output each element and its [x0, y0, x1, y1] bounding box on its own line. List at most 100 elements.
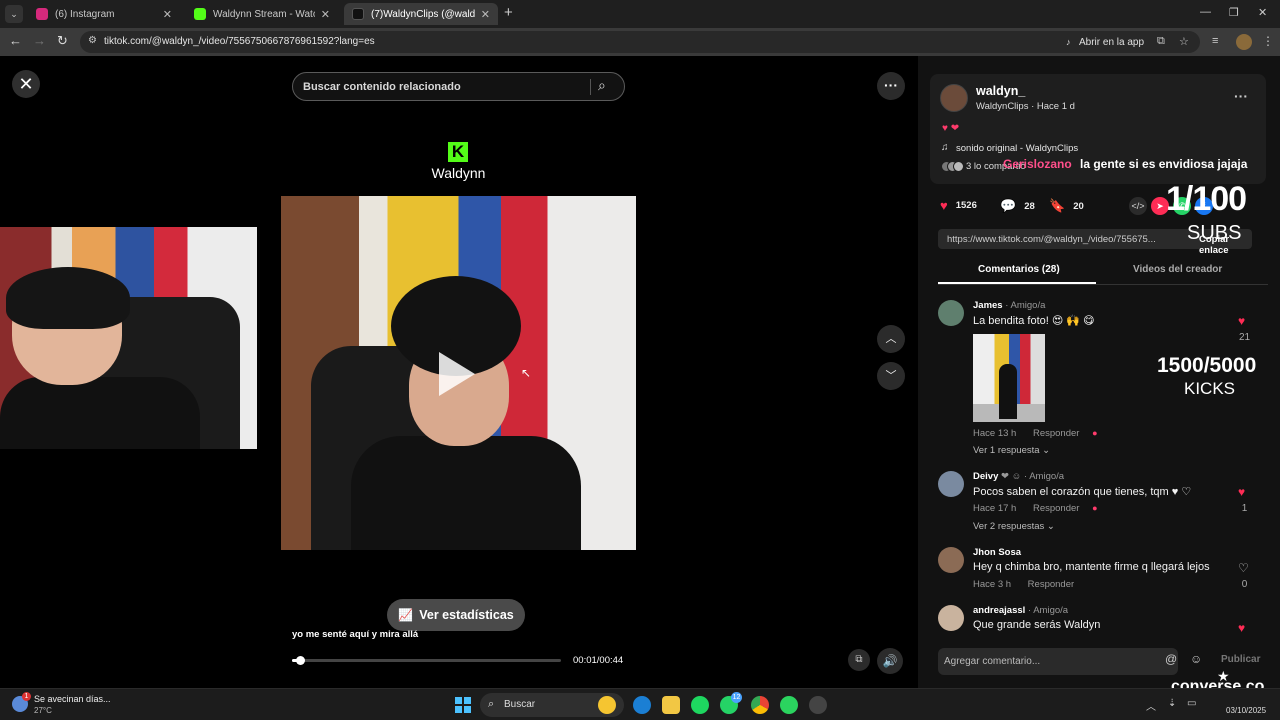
heart-icon[interactable]: ♥: [1238, 621, 1245, 635]
tab-kick-stream[interactable]: Waldynn Stream - Watch Live o ✕: [186, 3, 338, 25]
taskbar-search[interactable]: ⌕ Buscar: [480, 693, 624, 717]
video-frame[interactable]: ↖: [281, 196, 636, 550]
comment-header: James · Amigo/a: [973, 300, 1045, 311]
minimize-icon[interactable]: —: [1200, 6, 1211, 18]
comment-author[interactable]: Jhon Sosa: [973, 547, 1021, 558]
battery-icon[interactable]: ▭: [1187, 698, 1196, 709]
chevron-up-icon[interactable]: ︿: [1146, 698, 1156, 713]
tab-search-button[interactable]: ⌄: [5, 5, 23, 23]
picture-in-picture-icon[interactable]: ⧉: [848, 649, 870, 671]
close-video-button[interactable]: ✕: [12, 70, 40, 98]
profile-avatar[interactable]: [1236, 34, 1252, 50]
streamer-webcam-overlay: [0, 227, 257, 449]
comment-author[interactable]: andreajassl: [973, 605, 1025, 616]
author-avatar[interactable]: [940, 84, 968, 112]
file-explorer-icon[interactable]: [662, 696, 680, 714]
tab-comments[interactable]: Comentarios (28): [978, 264, 1060, 275]
avatar[interactable]: [938, 471, 964, 497]
music-link[interactable]: sonido original - WaldynClips: [956, 143, 1078, 154]
reply-button[interactable]: Responder: [1033, 428, 1079, 439]
reply-button[interactable]: Responder: [1033, 503, 1079, 514]
search-placeholder[interactable]: Buscar contenido relacionado: [303, 81, 461, 93]
video-player[interactable]: Buscar contenido relacionado ⌕ K Waldynn…: [281, 56, 636, 688]
emoji-icon[interactable]: ☺: [1190, 652, 1202, 666]
progress-knob[interactable]: [296, 656, 306, 665]
search-icon[interactable]: ⌕: [598, 77, 606, 94]
window-close-icon[interactable]: ✕: [1258, 6, 1267, 19]
video-channel-name: Waldynn: [431, 165, 486, 181]
author-subtitle: WaldynClips · Hace 1 d: [976, 101, 1075, 112]
save-button[interactable]: 🔖 20: [1049, 198, 1084, 214]
related-search-box[interactable]: Buscar contenido relacionado ⌕: [292, 72, 625, 101]
comment-image[interactable]: [973, 334, 1045, 422]
comment-input-box[interactable]: [938, 648, 1178, 675]
windows-start-icon[interactable]: [455, 697, 471, 713]
mention-icon[interactable]: @: [1165, 652, 1177, 666]
close-icon[interactable]: ✕: [481, 8, 490, 21]
app-icon[interactable]: [809, 696, 827, 714]
overlay-subs-count: 1/100: [1166, 180, 1247, 218]
weather-title[interactable]: Se avecinan días...: [34, 694, 111, 704]
avatar[interactable]: [938, 547, 964, 573]
comment-author[interactable]: James: [973, 300, 1003, 311]
avatar[interactable]: [938, 605, 964, 631]
tab-instagram[interactable]: (6) Instagram ✕: [28, 3, 180, 25]
avatar[interactable]: [938, 300, 964, 326]
heart-icon[interactable]: ♥: [1238, 314, 1245, 328]
like-button[interactable]: ♥ 1526: [940, 198, 977, 213]
comment-like-count: 0: [1241, 579, 1248, 590]
bookmark-star-icon[interactable]: ☆: [1179, 35, 1189, 48]
address-bar[interactable]: ⚙ tiktok.com/@waldyn_/video/755675066787…: [80, 31, 1200, 53]
publish-button[interactable]: Publicar: [1221, 654, 1260, 665]
tab-creator-videos[interactable]: Videos del creador: [1133, 264, 1222, 275]
comment-item: Jhon Sosa Hey q chimba bro, mantente fir…: [938, 547, 1268, 597]
comment-time: Hace 13 h: [973, 428, 1017, 439]
comment-author[interactable]: Deivy: [973, 471, 998, 482]
app-icon[interactable]: [780, 696, 798, 714]
reading-list-icon[interactable]: ≡: [1212, 35, 1218, 47]
open-in-app-button[interactable]: ♪ Abrir en la app: [1066, 34, 1144, 50]
comment-tag: · Amigo/a: [1002, 300, 1046, 311]
previous-video-button[interactable]: ︿: [877, 325, 905, 353]
post-link[interactable]: https://www.tiktok.com/@waldyn_/video/75…: [947, 234, 1156, 245]
heart-outline-icon[interactable]: ♡: [1238, 561, 1249, 575]
close-icon[interactable]: ✕: [163, 8, 172, 21]
comment-input[interactable]: [944, 654, 1144, 669]
embed-icon[interactable]: </>: [1129, 197, 1147, 215]
edge-icon[interactable]: [633, 696, 651, 714]
comment-tag: · Amigo/a: [1025, 605, 1069, 616]
reload-icon[interactable]: ↻: [57, 33, 68, 49]
tab-label: Waldynn Stream - Watch Live o: [213, 8, 315, 20]
view-stats-button[interactable]: 📈 Ver estadísticas: [387, 599, 525, 631]
more-options-button[interactable]: ···: [877, 72, 905, 100]
translate-icon[interactable]: ⧉: [1157, 35, 1165, 48]
browser-tab-bar: ⌄ (6) Instagram ✕ Waldynn Stream - Watch…: [0, 0, 1280, 28]
restore-icon[interactable]: ❐: [1229, 6, 1239, 19]
author-name[interactable]: waldyn_: [976, 84, 1025, 98]
view-replies-button[interactable]: Ver 2 respuestas ⌄: [973, 521, 1055, 532]
comment-button[interactable]: 💬 28: [1000, 198, 1035, 214]
url-text[interactable]: tiktok.com/@waldyn_/video/75567506678769…: [104, 36, 375, 47]
video-progress-bar[interactable]: [292, 656, 561, 665]
tab-tiktok[interactable]: (7)WaldynClips (@waldyn_) | Ti ✕: [344, 3, 498, 25]
next-video-button[interactable]: ﹀: [877, 362, 905, 390]
overlay-kicks-label: KICKS: [1184, 379, 1236, 398]
browser-menu-icon[interactable]: ⋮: [1262, 34, 1274, 48]
forward-icon[interactable]: →: [33, 33, 46, 48]
play-icon[interactable]: [439, 352, 475, 396]
spotify-icon[interactable]: [691, 696, 709, 714]
whatsapp-badge: 12: [731, 692, 742, 703]
reply-button[interactable]: Responder: [1028, 579, 1074, 590]
shared-avatars: [941, 161, 964, 172]
heart-icon[interactable]: ♥: [1238, 485, 1245, 499]
close-icon[interactable]: ✕: [321, 8, 330, 21]
more-options-icon[interactable]: ···: [1234, 88, 1248, 104]
clock-date[interactable]: 03/10/2025: [1226, 706, 1266, 715]
network-icon[interactable]: ⇣: [1168, 698, 1176, 709]
chrome-icon[interactable]: [751, 696, 769, 714]
view-replies-button[interactable]: Ver 1 respuesta ⌄: [973, 445, 1050, 456]
site-info-icon[interactable]: ⚙: [88, 35, 97, 46]
back-icon[interactable]: ←: [9, 33, 22, 48]
new-tab-button[interactable]: +: [504, 4, 513, 21]
volume-icon[interactable]: 🔊: [877, 648, 903, 674]
